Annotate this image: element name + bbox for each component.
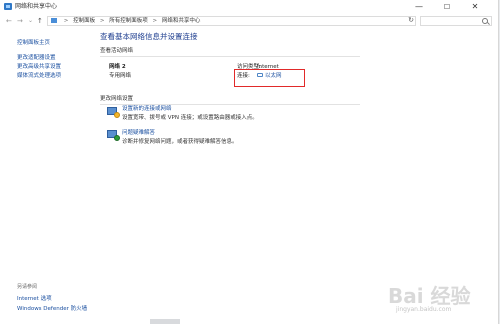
refresh-icon[interactable]: ↻ bbox=[406, 15, 416, 25]
see-also-internet-options[interactable]: Internet 选项 bbox=[17, 295, 52, 303]
title-bar: 网络和共享中心 — ☐ ✕ bbox=[0, 0, 498, 14]
minimize-button[interactable]: — bbox=[406, 1, 432, 13]
breadcrumb-separator: > bbox=[152, 18, 158, 24]
background-window-edge bbox=[150, 319, 180, 324]
back-arrow-icon[interactable]: ← bbox=[6, 16, 12, 26]
set-up-new-connection-link[interactable]: 设置新的连接或网络 bbox=[122, 105, 172, 113]
change-settings-heading: 更改网络设置 bbox=[100, 96, 134, 102]
address-bar[interactable]: > 控制面板 > 所有控制面板项 > 网络和共享中心 bbox=[47, 16, 416, 26]
recent-locations-chevron-icon[interactable]: ⌄ bbox=[28, 16, 33, 26]
watermark-url: jingyan.baidu.com bbox=[396, 306, 452, 313]
network-center-app-icon bbox=[4, 3, 12, 10]
sidebar-item-control-panel-home[interactable]: 控制面板主页 bbox=[17, 39, 50, 47]
maximize-button[interactable]: ☐ bbox=[434, 1, 460, 13]
watermark-logo: Bai 经验 bbox=[388, 284, 471, 308]
active-networks-heading: 查看活动网络 bbox=[100, 48, 134, 54]
navigation-bar: ← → ⌄ ↑ > 控制面板 > 所有控制面板项 > 网络和共享中心 ↻ bbox=[0, 14, 498, 28]
search-icon bbox=[482, 18, 488, 24]
network-category: 专用网络 bbox=[109, 73, 132, 79]
forward-arrow-icon[interactable]: → bbox=[17, 16, 23, 26]
breadcrumb-all-items[interactable]: 所有控制面板项 bbox=[109, 18, 148, 24]
network-name: 网络 2 bbox=[109, 64, 126, 70]
window-title: 网络和共享中心 bbox=[15, 3, 58, 10]
up-arrow-icon[interactable]: ↑ bbox=[37, 16, 43, 26]
breadcrumb-separator: > bbox=[63, 18, 69, 24]
troubleshoot-problems-description: 诊断并修复网络问题，或者获得疑难解答信息。 bbox=[122, 139, 238, 145]
breadcrumb-separator: > bbox=[99, 18, 105, 24]
baidu-jingyan-watermark: Bai 经验 jingyan.baidu.com bbox=[388, 280, 488, 320]
control-panel-icon bbox=[51, 18, 57, 23]
page-title: 查看基本网络信息并设置连接 bbox=[100, 32, 198, 41]
highlight-box bbox=[234, 69, 305, 87]
network-sharing-center-window: 网络和共享中心 — ☐ ✕ ← → ⌄ ↑ > 控制面板 > 所有控制面板项 >… bbox=[0, 0, 499, 324]
search-input[interactable] bbox=[420, 16, 492, 26]
troubleshoot-problems-link[interactable]: 问题疑难解答 bbox=[122, 129, 155, 137]
sidebar-item-media-streaming-options[interactable]: 媒体流式处理选项 bbox=[17, 72, 61, 80]
sidebar-item-advanced-sharing-settings[interactable]: 更改高级共享设置 bbox=[17, 63, 61, 71]
close-button[interactable]: ✕ bbox=[462, 1, 488, 13]
section-divider bbox=[100, 56, 360, 57]
sidebar: 控制面板主页 更改适配器设置 更改高级共享设置 媒体流式处理选项 另请参阅 In… bbox=[0, 28, 95, 324]
see-also-heading: 另请参阅 bbox=[17, 284, 38, 290]
see-also-windows-defender-firewall[interactable]: Windows Defender 防火墙 bbox=[17, 305, 87, 313]
sidebar-item-change-adapter-settings[interactable]: 更改适配器设置 bbox=[17, 54, 56, 62]
breadcrumb-network-center[interactable]: 网络和共享中心 bbox=[162, 18, 201, 24]
troubleshoot-icon bbox=[107, 130, 120, 141]
set-up-new-connection-description: 设置宽带、拨号或 VPN 连接；或设置路由器或接入点。 bbox=[122, 115, 258, 121]
breadcrumb-control-panel[interactable]: 控制面板 bbox=[73, 18, 95, 24]
network-setup-icon bbox=[107, 107, 120, 118]
